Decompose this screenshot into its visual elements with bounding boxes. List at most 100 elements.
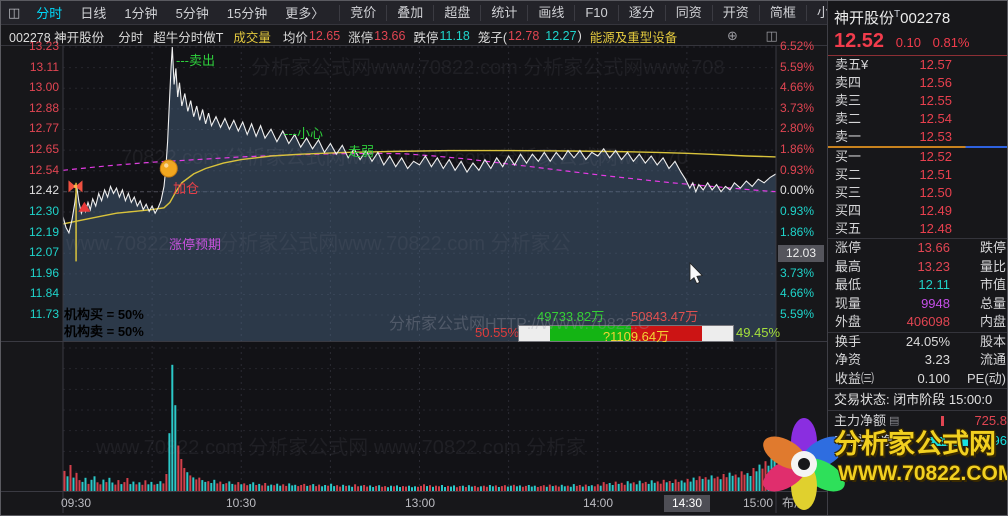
stat1-row-1-value: 13.23 xyxy=(917,258,950,274)
stat1-row-1-label2: 量比 xyxy=(979,258,1006,274)
net5-label: 5日主力净额 xyxy=(834,433,907,448)
toolbar-menu-6[interactable]: 逐分 xyxy=(617,4,665,21)
toolbar-tab-3[interactable]: 5分钟 xyxy=(167,3,218,22)
period-tabs: 分时 日线 1分钟 5分钟 15分钟 更多〉 xyxy=(27,3,333,22)
stats-block-2: 换手 24.05% 股本 净资 3.23 流通 收益㈢ 0.100 PE(动) xyxy=(828,333,1007,389)
stat1-row-0-label: 涨停 xyxy=(835,240,862,255)
last-price: 12.52 xyxy=(834,30,885,52)
infobar-segment-9: 11.18 xyxy=(439,29,470,43)
ask-row-4[interactable]: 卖一 12.53 xyxy=(828,128,1007,146)
infobar-segment-12: 12.27 xyxy=(545,29,577,43)
infobar-segment-3: 成交量 xyxy=(233,30,271,45)
stat1-row-0-value: 13.66 xyxy=(917,240,950,255)
infobar-segment-8: 跌停 xyxy=(413,30,439,45)
stat2-row-2-value: 0.100 xyxy=(917,370,950,386)
infobar-icons[interactable]: ⊕ ◫ xyxy=(727,28,790,44)
infobar-segment-4: 均价 xyxy=(282,30,308,45)
stat1-row-0: 涨停 13.66 跌停 xyxy=(828,239,1007,258)
main-net-bar xyxy=(941,416,944,426)
quote-header: 神开股份T002278 12.52 0.10 0.81% xyxy=(828,1,1007,55)
trade-status: 交易状态: 闭市阶段 15:00:0 xyxy=(834,392,993,407)
infobar-segment-1: 分时 xyxy=(118,30,144,45)
toolbar-tab-5[interactable]: 更多〉 xyxy=(276,3,333,22)
bid-row-1-price: 12.51 xyxy=(919,167,952,182)
stat1-row-4-label: 外盘 xyxy=(835,314,862,329)
net5-row: 5日主力净额 -1.96 xyxy=(828,431,1007,451)
price-change: 0.10 xyxy=(895,35,921,50)
toolbar-menu-9[interactable]: 简框 xyxy=(758,4,806,21)
net5-bar xyxy=(928,437,968,446)
ask-row-3-price: 12.54 xyxy=(919,111,952,126)
stats-block-1: 涨停 13.66 跌停 最高 13.23 量比 最低 12.11 市值 现量 9948 总量 外盘 406… xyxy=(828,239,1007,332)
list-icon[interactable]: ▤ xyxy=(889,411,899,431)
quote-panel: 神开股份T002278 12.52 0.10 0.81% 卖五¥ 12.57 卖四 1… xyxy=(827,1,1007,515)
stat2-row-0: 换手 24.05% 股本 xyxy=(828,333,1007,352)
infobar-segment-0: 002278 神开股份 xyxy=(9,30,105,45)
timeshare-chart[interactable] xyxy=(1,1,827,516)
infobar-segment-7: 13.66 xyxy=(374,29,406,43)
infobar-segment-14: 能源及重型设备 xyxy=(589,30,678,45)
ask-row-0[interactable]: 卖五¥ 12.57 xyxy=(828,56,1007,74)
toolbar-menu-8[interactable]: 开资 xyxy=(711,4,759,21)
bid-row-2[interactable]: 买三 12.50 xyxy=(828,184,1007,202)
toolbar-menu-0[interactable]: 竞价 xyxy=(339,4,386,21)
bid-row-3-price: 12.49 xyxy=(919,203,952,218)
infobar-segment-10: 笼子( xyxy=(477,30,507,45)
toolbar-menu-5[interactable]: F10 xyxy=(574,4,617,21)
window-split-icon[interactable]: ◫ xyxy=(1,5,27,21)
stat2-row-0-label2: 股本 xyxy=(979,333,1006,349)
ask-row-4-label: 卖一 xyxy=(835,129,862,144)
bid-row-0-label: 买一 xyxy=(835,149,862,164)
stock-code: 002278 xyxy=(900,10,951,27)
trading-app-window: 机构买 = 50% 机构卖 = 50% 49733.82万 50843.47万 … xyxy=(0,0,1008,516)
toolbar-menu-2[interactable]: 超盘 xyxy=(433,4,480,21)
stat1-row-1: 最高 13.23 量比 xyxy=(828,258,1007,277)
toolbar-menu-1[interactable]: 叠加 xyxy=(386,4,433,21)
bid-row-4[interactable]: 买五 12.48 xyxy=(828,220,1007,238)
stat1-row-3-label: 现量 xyxy=(835,295,862,311)
stat2-row-1: 净资 3.23 流通 xyxy=(828,351,1007,370)
toolbar-tab-0[interactable]: 分时 xyxy=(27,3,71,22)
bid-row-1[interactable]: 买二 12.51 xyxy=(828,166,1007,184)
main-net-value: 725.8 xyxy=(974,413,1007,428)
toolbar-tab-2[interactable]: 1分钟 xyxy=(115,3,166,22)
stat1-row-1-label: 最高 xyxy=(835,258,862,274)
bid-row-0[interactable]: 买一 12.52 xyxy=(828,148,1007,166)
stat1-row-3: 现量 9948 总量 xyxy=(828,295,1007,314)
stat1-row-4-label2: 内盘 xyxy=(979,314,1006,329)
stat1-row-2: 最低 12.11 市值 xyxy=(828,276,1007,295)
ask-row-2[interactable]: 卖三 12.55 xyxy=(828,92,1007,110)
main-net-row: 主力净额 ▤ 725.8 xyxy=(828,411,1007,431)
ask-row-3-label: 卖二 xyxy=(835,111,862,126)
bid-row-2-label: 买三 xyxy=(835,185,862,200)
bid-row-4-label: 买五 xyxy=(835,221,862,236)
stat2-row-1-label: 净资 xyxy=(835,352,862,367)
ask-row-2-label: 卖三 xyxy=(835,93,862,108)
ask-row-3[interactable]: 卖二 12.54 xyxy=(828,110,1007,128)
toolbar-menu-3[interactable]: 统计 xyxy=(480,4,527,21)
bid-row-2-price: 12.50 xyxy=(919,185,952,200)
infobar-segment-13: ) xyxy=(577,29,582,43)
stock-info-bar: 002278 神开股份 分时 超牛分时做T 成交量 均价 12.65 涨停 13.66 跌停 11… xyxy=(9,27,769,45)
stat2-row-1-value: 3.23 xyxy=(924,352,950,367)
stat2-row-0-value: 24.05% xyxy=(905,333,950,349)
bid-row-1-label: 买二 xyxy=(835,167,862,182)
stat1-row-2-value: 12.11 xyxy=(918,277,950,292)
bid-row-3[interactable]: 买四 12.49 xyxy=(828,202,1007,220)
stat1-row-0-label2: 跌停 xyxy=(979,240,1006,255)
bid-row-3-label: 买四 xyxy=(835,203,862,218)
ball-marker xyxy=(159,159,178,178)
stat1-row-3-value: 9948 xyxy=(921,295,950,311)
toolbar-menu-4[interactable]: 画线 xyxy=(527,4,574,21)
bid-row-0-price: 12.52 xyxy=(919,149,952,164)
infobar-segment-2: 超牛分时做T xyxy=(153,30,224,45)
stat1-row-2-label: 最低 xyxy=(835,277,862,292)
toolbar-tab-1[interactable]: 日线 xyxy=(71,3,115,22)
toolbar-tab-4[interactable]: 15分钟 xyxy=(218,3,276,22)
toolbar-menu-7[interactable]: 同资 xyxy=(664,4,712,21)
infobar-segment-11: 12.78 xyxy=(508,29,540,43)
ask-row-4-price: 12.53 xyxy=(919,129,952,144)
toolbar: ◫ 分时 日线 1分钟 5分钟 15分钟 更多〉 竞价 叠加 超盘 统计 画线 F10 逐分 同资 开资简… xyxy=(1,1,991,25)
ask-row-1[interactable]: 卖四 12.56 xyxy=(828,74,1007,92)
ask-row-1-label: 卖四 xyxy=(835,75,862,90)
